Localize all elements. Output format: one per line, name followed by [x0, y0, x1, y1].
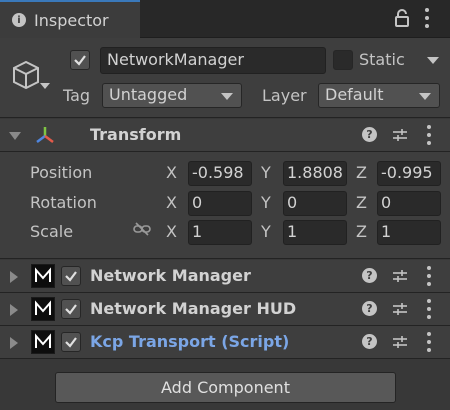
preset-icon[interactable]: [392, 301, 408, 317]
transform-header[interactable]: Transform ?: [0, 119, 450, 152]
preset-icon[interactable]: [392, 127, 408, 143]
object-name-field[interactable]: NetworkManager: [100, 47, 326, 74]
mirror-icon: [31, 264, 55, 288]
scale-label: Scale: [30, 222, 74, 241]
component-network-manager-hud[interactable]: Network Manager HUD ?: [0, 293, 450, 326]
static-checkbox[interactable]: [333, 50, 353, 70]
static-label: Static: [359, 50, 405, 69]
tab-label: Inspector: [34, 10, 109, 30]
position-x-field[interactable]: -0.598: [188, 161, 252, 186]
tag-label: Tag: [63, 86, 91, 105]
component-title: Kcp Transport (Script): [90, 332, 290, 351]
component-menu-icon[interactable]: [426, 266, 432, 286]
inspector-footer: Add Component: [0, 359, 450, 410]
component-title: Network Manager: [90, 266, 251, 285]
tag-value: Untagged: [109, 85, 188, 104]
rotation-label: Rotation: [30, 193, 97, 212]
position-label: Position: [30, 163, 93, 182]
add-component-button[interactable]: Add Component: [55, 372, 396, 403]
component-menu-icon[interactable]: [426, 299, 432, 319]
scale-z-field[interactable]: 1: [377, 220, 441, 245]
position-z-field[interactable]: -0.995: [377, 161, 441, 186]
gameobject-cube-icon[interactable]: [10, 50, 54, 94]
transform-icon: [36, 127, 54, 143]
component-enabled-checkbox[interactable]: [61, 266, 81, 286]
gameobject-header: NetworkManager Static Tag Untagged Layer…: [0, 38, 450, 118]
preset-icon[interactable]: [392, 334, 408, 350]
transform-title: Transform: [90, 125, 182, 144]
scale-x-field[interactable]: 1: [188, 220, 252, 245]
component-menu-icon[interactable]: [426, 332, 432, 352]
scale-y-label[interactable]: Y: [261, 222, 271, 241]
position-x-label[interactable]: X: [166, 163, 177, 182]
mirror-icon: [31, 330, 55, 354]
layer-dropdown[interactable]: Default: [318, 83, 440, 108]
scale-x-label[interactable]: X: [166, 222, 177, 241]
mirror-icon: [31, 297, 55, 321]
chevron-down-icon: [221, 93, 233, 100]
help-icon[interactable]: ?: [362, 127, 377, 142]
chevron-down-icon: [419, 93, 431, 100]
info-icon: i: [12, 13, 26, 27]
active-checkbox[interactable]: [70, 50, 90, 70]
help-icon[interactable]: ?: [362, 301, 377, 316]
help-icon[interactable]: ?: [362, 334, 377, 349]
foldout-collapsed-icon[interactable]: [10, 337, 18, 349]
rotation-x-field[interactable]: 0: [188, 191, 252, 216]
foldout-collapsed-icon[interactable]: [10, 271, 18, 283]
rotation-z-label[interactable]: Z: [356, 193, 367, 212]
tag-dropdown[interactable]: Untagged: [102, 83, 242, 108]
component-network-manager[interactable]: Network Manager ?: [0, 260, 450, 293]
scale-y-field[interactable]: 1: [283, 220, 347, 245]
tab-menu-icon[interactable]: [424, 8, 430, 28]
tab-inspector[interactable]: i Inspector: [0, 0, 140, 38]
rotation-y-field[interactable]: 0: [283, 191, 347, 216]
component-enabled-checkbox[interactable]: [61, 299, 81, 319]
component-menu-icon[interactable]: [426, 125, 432, 145]
tab-bar: i Inspector: [0, 0, 450, 38]
constrain-proportions-icon[interactable]: [133, 222, 151, 236]
component-kcp-transport[interactable]: Kcp Transport (Script) ?: [0, 326, 450, 359]
component-enabled-checkbox[interactable]: [61, 332, 81, 352]
scale-z-label[interactable]: Z: [356, 222, 367, 241]
position-z-label[interactable]: Z: [356, 163, 367, 182]
rotation-y-label[interactable]: Y: [261, 193, 271, 212]
foldout-expanded-icon[interactable]: [9, 132, 21, 140]
position-y-field[interactable]: 1.8808: [283, 161, 347, 186]
rotation-x-label[interactable]: X: [166, 193, 177, 212]
foldout-collapsed-icon[interactable]: [10, 304, 18, 316]
layer-value: Default: [325, 85, 384, 104]
component-title: Network Manager HUD: [90, 299, 297, 318]
preset-icon[interactable]: [392, 268, 408, 284]
position-y-label[interactable]: Y: [261, 163, 271, 182]
help-icon[interactable]: ?: [362, 268, 377, 283]
lock-icon[interactable]: [394, 9, 410, 27]
static-dropdown-icon[interactable]: [427, 57, 439, 64]
layer-label: Layer: [262, 86, 307, 105]
transform-body: Position X -0.598 Y 1.8808 Z -0.995 Rota…: [0, 152, 450, 259]
rotation-z-field[interactable]: 0: [377, 191, 441, 216]
